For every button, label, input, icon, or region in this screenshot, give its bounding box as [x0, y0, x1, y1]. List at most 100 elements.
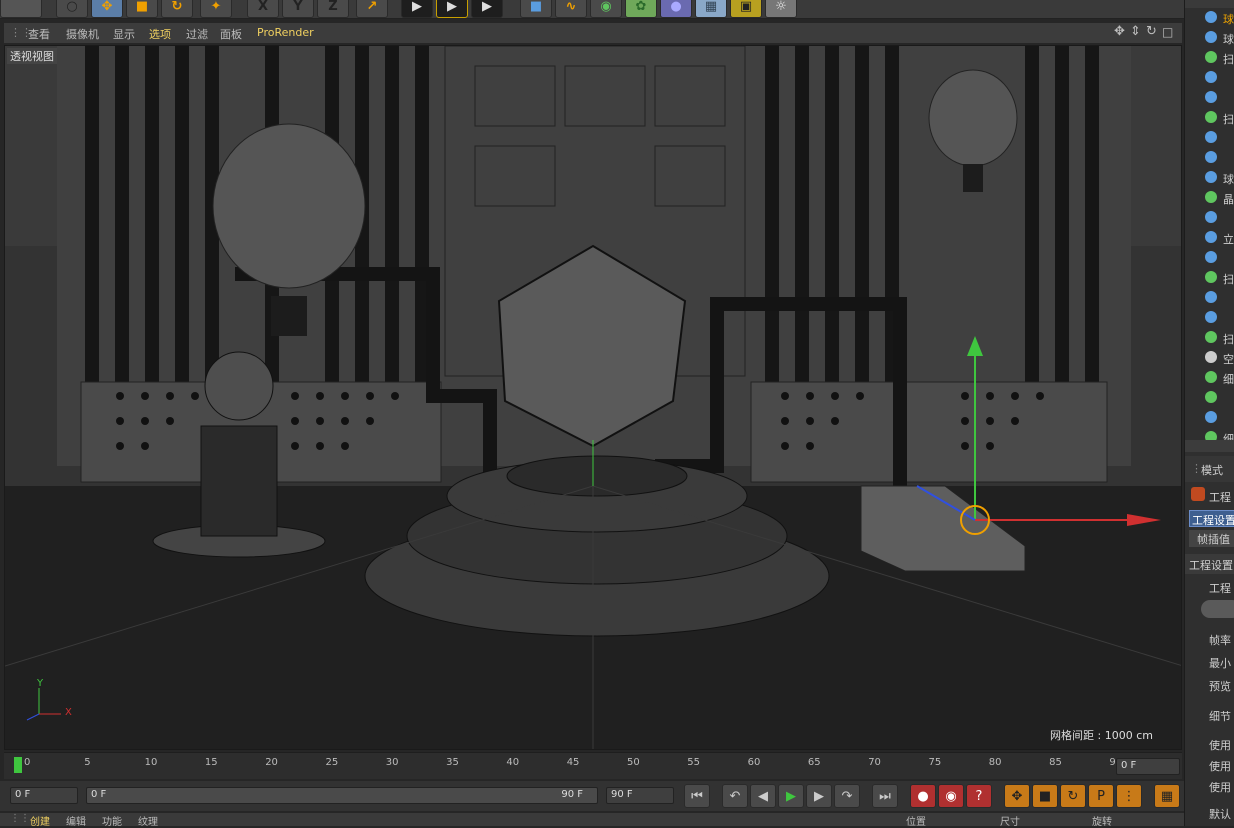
object-row[interactable]: 球: [1191, 168, 1234, 186]
start-frame-value: 0 F: [15, 789, 31, 800]
prev-frame-icon[interactable]: ◀: [750, 784, 776, 808]
menu-options[interactable]: 选项: [149, 26, 171, 42]
maximize-icon[interactable]: □: [1162, 25, 1173, 39]
project-scale-field[interactable]: [1201, 600, 1234, 618]
object-row[interactable]: [1191, 148, 1234, 166]
move-key-icon[interactable]: ✥: [1004, 784, 1030, 808]
timeline-ruler[interactable]: 051015202530354045505560657075808590 0 F: [4, 752, 1182, 779]
select-icon[interactable]: ○: [56, 0, 88, 18]
axis-x-label: X: [65, 707, 72, 718]
menu-display[interactable]: 显示: [113, 26, 135, 42]
object-row[interactable]: 空: [1191, 348, 1234, 366]
spline-pen-icon[interactable]: ∿: [555, 0, 587, 18]
cube-icon[interactable]: ■: [520, 0, 552, 18]
grip-icon: ⋮⋮: [10, 813, 30, 824]
menu-filter[interactable]: 过滤: [186, 26, 208, 42]
viewport-menubar: ⋮⋮ 查看 摄像机 显示 选项 过滤 面板 ProRender ✥ ⇕ ↻ □: [4, 23, 1182, 43]
perspective-viewport[interactable]: 透视视图 Y X 网格间距 : 1000 cm: [4, 45, 1182, 750]
y-axis-icon[interactable]: Y: [282, 0, 314, 18]
z-axis-icon[interactable]: Z: [317, 0, 349, 18]
viewport-title: 透视视图: [7, 48, 57, 64]
spline-icon: [1205, 91, 1217, 103]
object-row[interactable]: 立: [1191, 228, 1234, 246]
start-frame-field[interactable]: 0 F: [10, 787, 78, 804]
object-manager-scrollbar[interactable]: [1185, 440, 1234, 452]
pla-key-icon[interactable]: ⋮: [1116, 784, 1142, 808]
scale-icon[interactable]: ■: [126, 0, 158, 18]
go-start-icon[interactable]: ⏮: [684, 784, 710, 808]
move-icon[interactable]: ✥: [91, 0, 123, 18]
light-icon[interactable]: ☼: [765, 0, 797, 18]
render-picture-icon[interactable]: ▶: [436, 0, 468, 18]
timeline-tick: 65: [807, 757, 821, 768]
object-row[interactable]: 扫: [1191, 328, 1234, 346]
prev-key-icon[interactable]: ↶: [722, 784, 748, 808]
menu-panel[interactable]: 面板: [220, 26, 242, 42]
undo-icon[interactable]: [0, 0, 42, 18]
render-view-icon[interactable]: ▶: [401, 0, 433, 18]
project-icon: [1191, 487, 1205, 501]
pan-icon[interactable]: ✥: [1114, 24, 1125, 39]
array-icon[interactable]: ✿: [625, 0, 657, 18]
object-row[interactable]: [1191, 68, 1234, 86]
frame-range-slider[interactable]: 0 F 90 F: [86, 787, 598, 804]
attr-row-preview: 预览: [1209, 680, 1231, 693]
object-row[interactable]: 细: [1191, 368, 1234, 386]
object-row[interactable]: [1191, 408, 1234, 426]
tab-project-settings[interactable]: 工程设置: [1189, 510, 1234, 527]
object-row[interactable]: 扫: [1191, 48, 1234, 66]
object-row[interactable]: [1191, 88, 1234, 106]
timeline-icon[interactable]: ▦: [1154, 784, 1180, 808]
next-key-icon[interactable]: ↷: [834, 784, 860, 808]
section-title: 工程设置: [1189, 559, 1233, 572]
tab-frame-interpolation-label: 帧插值: [1197, 533, 1230, 546]
object-row[interactable]: 晶: [1191, 188, 1234, 206]
x-axis-icon[interactable]: X: [247, 0, 279, 18]
render-settings-icon[interactable]: ▶: [471, 0, 503, 18]
menu-view[interactable]: 查看: [28, 26, 50, 42]
rotate-key-icon[interactable]: ↻: [1060, 784, 1086, 808]
object-row[interactable]: [1191, 128, 1234, 146]
play-icon[interactable]: ▶: [778, 784, 804, 808]
object-row[interactable]: 扫: [1191, 108, 1234, 126]
current-frame-field[interactable]: 0 F: [1116, 758, 1180, 775]
coordinate-icon[interactable]: ↗: [356, 0, 388, 18]
key-help-icon[interactable]: ?: [966, 784, 992, 808]
zoom-icon[interactable]: ⇕: [1130, 24, 1141, 39]
attr-row-0: 工程: [1209, 582, 1231, 595]
next-frame-icon[interactable]: ▶: [806, 784, 832, 808]
record-icon[interactable]: ●: [910, 784, 936, 808]
sweep-icon: [1205, 331, 1217, 343]
deformer-icon[interactable]: ●: [660, 0, 692, 18]
attr-row-detail: 细节: [1209, 710, 1231, 723]
live-select-icon[interactable]: ✦: [200, 0, 232, 18]
menu-camera[interactable]: 摄像机: [66, 26, 99, 42]
auto-key-icon[interactable]: ◉: [938, 784, 964, 808]
timeline-tick: 45: [566, 757, 580, 768]
scene-render: [5, 46, 1181, 749]
object-row[interactable]: [1191, 208, 1234, 226]
orbit-icon[interactable]: ↻: [1146, 24, 1157, 39]
mode-menu[interactable]: 模式: [1201, 462, 1223, 478]
tab-frame-interpolation[interactable]: 帧插值: [1189, 530, 1234, 547]
attr-row-use-1: 使用: [1209, 739, 1231, 752]
go-end-icon[interactable]: ⏭: [872, 784, 898, 808]
object-row[interactable]: 扫: [1191, 268, 1234, 286]
timeline-tick: 5: [84, 757, 91, 768]
floor-icon[interactable]: ▦: [695, 0, 727, 18]
object-row[interactable]: [1191, 308, 1234, 326]
object-row[interactable]: [1191, 288, 1234, 306]
object-row[interactable]: 球: [1191, 28, 1234, 46]
end-frame-field[interactable]: 90 F: [606, 787, 674, 804]
object-row[interactable]: 球: [1191, 8, 1234, 26]
range-start-value: 0 F: [91, 789, 107, 800]
end-frame-value: 90 F: [611, 789, 633, 800]
rotate-icon[interactable]: ↻: [161, 0, 193, 18]
nurbs-icon[interactable]: ◉: [590, 0, 622, 18]
object-row[interactable]: [1191, 248, 1234, 266]
scale-key-icon[interactable]: ■: [1032, 784, 1058, 808]
object-row[interactable]: [1191, 388, 1234, 406]
camera-icon[interactable]: ▣: [730, 0, 762, 18]
param-key-icon[interactable]: P: [1088, 784, 1114, 808]
menu-prorender[interactable]: ProRender: [257, 26, 314, 39]
